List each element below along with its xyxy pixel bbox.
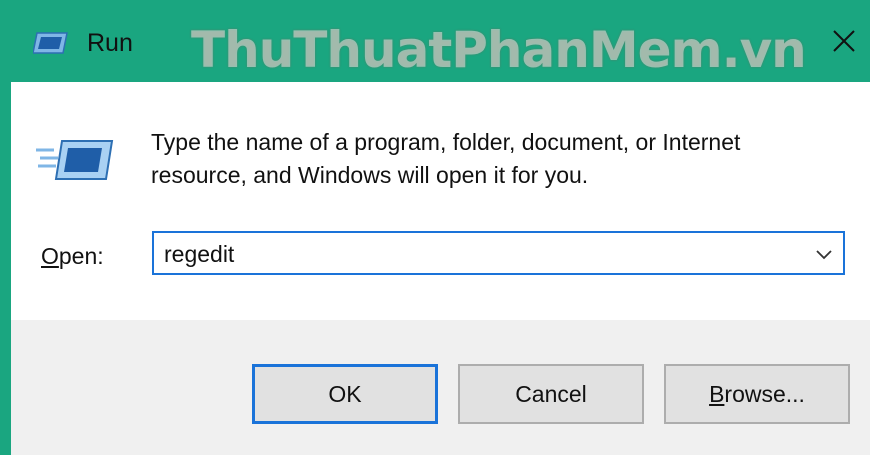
title-bar[interactable]: Run ThuThuatPhanMem.vn <box>11 0 870 82</box>
window-title: Run <box>87 29 133 57</box>
button-bar: OK Cancel Browse... <box>11 320 870 455</box>
dropdown-chevron-icon[interactable] <box>811 241 837 267</box>
run-app-icon <box>32 30 69 56</box>
run-large-icon <box>36 138 118 182</box>
browse-accelerator: B <box>709 380 725 407</box>
description: Type the name of a program, folder, docu… <box>151 126 851 192</box>
description-line-1: Type the name of a program, folder, docu… <box>151 129 741 155</box>
open-label-accelerator: O <box>41 243 59 269</box>
open-input[interactable] <box>164 239 804 269</box>
watermark: ThuThuatPhanMem.vn <box>191 21 807 79</box>
open-label: Open: <box>41 241 104 271</box>
ok-button[interactable]: OK <box>252 364 438 424</box>
dialog-content: Type the name of a program, folder, docu… <box>11 82 870 320</box>
run-dialog: Run ThuThuatPhanMem.vn Type the name of … <box>0 0 870 455</box>
open-combobox[interactable] <box>152 231 845 275</box>
cancel-button[interactable]: Cancel <box>458 364 644 424</box>
close-button[interactable] <box>819 18 869 68</box>
close-icon <box>831 28 857 59</box>
open-label-rest: pen: <box>58 243 104 269</box>
browse-button[interactable]: Browse... <box>664 364 850 424</box>
browse-label-rest: rowse... <box>724 380 805 407</box>
description-line-2: resource, and Windows will open it for y… <box>151 162 589 188</box>
